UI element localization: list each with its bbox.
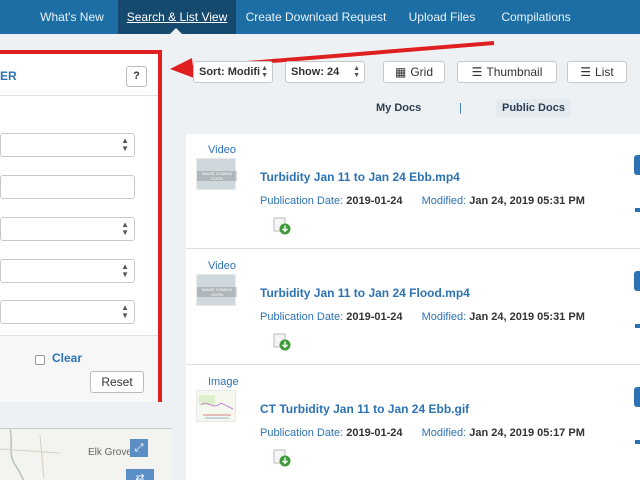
list-view-button[interactable]: ☰ List xyxy=(567,61,627,83)
result-thumbnail[interactable]: IMAGE COMING SOON xyxy=(196,274,237,306)
show-select[interactable]: Show: 24 ▲ ▼ xyxy=(285,61,365,83)
grid-icon: ▦ xyxy=(394,65,407,79)
result-title[interactable]: Turbidity Jan 11 to Jan 24 Flood.mp4 xyxy=(260,286,470,300)
sort-select[interactable]: Sort: Modifi ▲ ▼ xyxy=(193,61,273,83)
tab-separator: | xyxy=(459,102,462,114)
thumbnail-caption: IMAGE COMING SOON xyxy=(197,287,237,297)
map-place-label: Elk Grove xyxy=(88,447,132,458)
results-list: Video IMAGE COMING SOON Turbidity Jan 11… xyxy=(186,134,640,480)
result-type: Image xyxy=(208,376,239,388)
swap-arrows-icon[interactable]: ⇄ xyxy=(126,469,154,480)
thumbnail-view-button[interactable]: ☰ Thumbnail xyxy=(457,61,557,83)
select-arrows-icon: ▲ ▼ xyxy=(261,65,268,79)
result-type: Video xyxy=(208,260,236,272)
list-icon: ☰ xyxy=(580,65,592,79)
result-meta: Publication Date: 2019-01-24 Modified: J… xyxy=(260,311,585,323)
image-thumbnail-graphic xyxy=(199,395,234,419)
result-meta: Publication Date: 2019-01-24 Modified: J… xyxy=(260,195,585,207)
modified-label: Modified: xyxy=(421,427,467,439)
result-action-button[interactable] xyxy=(634,387,640,407)
modified-label: Modified: xyxy=(421,195,467,207)
thumbnail-list-icon: ☰ xyxy=(471,65,483,79)
result-pin-icon[interactable] xyxy=(635,324,640,328)
map-preview[interactable]: Elk Grove ⤢ ⇄ xyxy=(0,428,172,480)
download-icon[interactable] xyxy=(273,449,291,467)
modified-value: Jan 24, 2019 05:31 PM xyxy=(469,195,585,207)
result-pin-icon[interactable] xyxy=(635,440,640,444)
result-action-button[interactable] xyxy=(634,155,640,175)
download-icon[interactable] xyxy=(273,333,291,351)
pub-date-label: Publication Date: xyxy=(260,311,344,323)
result-title[interactable]: CT Turbidity Jan 11 to Jan 24 Ebb.gif xyxy=(260,402,469,416)
result-title[interactable]: Turbidity Jan 11 to Jan 24 Ebb.mp4 xyxy=(260,170,460,184)
tab-my-docs[interactable]: My Docs xyxy=(376,99,421,117)
expand-icon[interactable]: ⤢ xyxy=(130,439,148,457)
result-type: Video xyxy=(208,144,236,156)
result-thumbnail[interactable]: IMAGE COMING SOON xyxy=(196,158,237,190)
pub-date-value: 2019-01-24 xyxy=(346,427,403,439)
list-item: Video IMAGE COMING SOON Turbidity Jan 11… xyxy=(186,134,640,249)
result-thumbnail[interactable] xyxy=(196,390,236,422)
download-icon[interactable] xyxy=(273,217,291,235)
pub-date-label: Publication Date: xyxy=(260,427,344,439)
modified-label: Modified: xyxy=(421,311,467,323)
show-label: Show: 24 xyxy=(291,66,340,78)
grid-label: Grid xyxy=(410,65,433,79)
grid-view-button[interactable]: ▦ Grid xyxy=(383,61,445,83)
tab-public-docs[interactable]: Public Docs xyxy=(496,99,571,117)
pub-date-value: 2019-01-24 xyxy=(346,311,403,323)
pub-date-label: Publication Date: xyxy=(260,195,344,207)
pub-date-value: 2019-01-24 xyxy=(346,195,403,207)
sort-label: Sort: Modifi xyxy=(199,66,261,78)
thumbnail-caption: IMAGE COMING SOON xyxy=(197,171,237,181)
result-meta: Publication Date: 2019-01-24 Modified: J… xyxy=(260,427,585,439)
modified-value: Jan 24, 2019 05:31 PM xyxy=(469,311,585,323)
list-item: Video IMAGE COMING SOON Turbidity Jan 11… xyxy=(186,250,640,365)
modified-value: Jan 24, 2019 05:17 PM xyxy=(469,427,585,439)
list-label: List xyxy=(595,65,614,79)
select-arrows-icon: ▲ ▼ xyxy=(353,65,360,79)
thumbnail-label: Thumbnail xyxy=(486,65,543,79)
result-action-button[interactable] xyxy=(634,271,640,291)
result-pin-icon[interactable] xyxy=(635,208,640,212)
list-item: Image CT Turbidity Jan 11 to Jan 24 Ebb.… xyxy=(186,366,640,480)
